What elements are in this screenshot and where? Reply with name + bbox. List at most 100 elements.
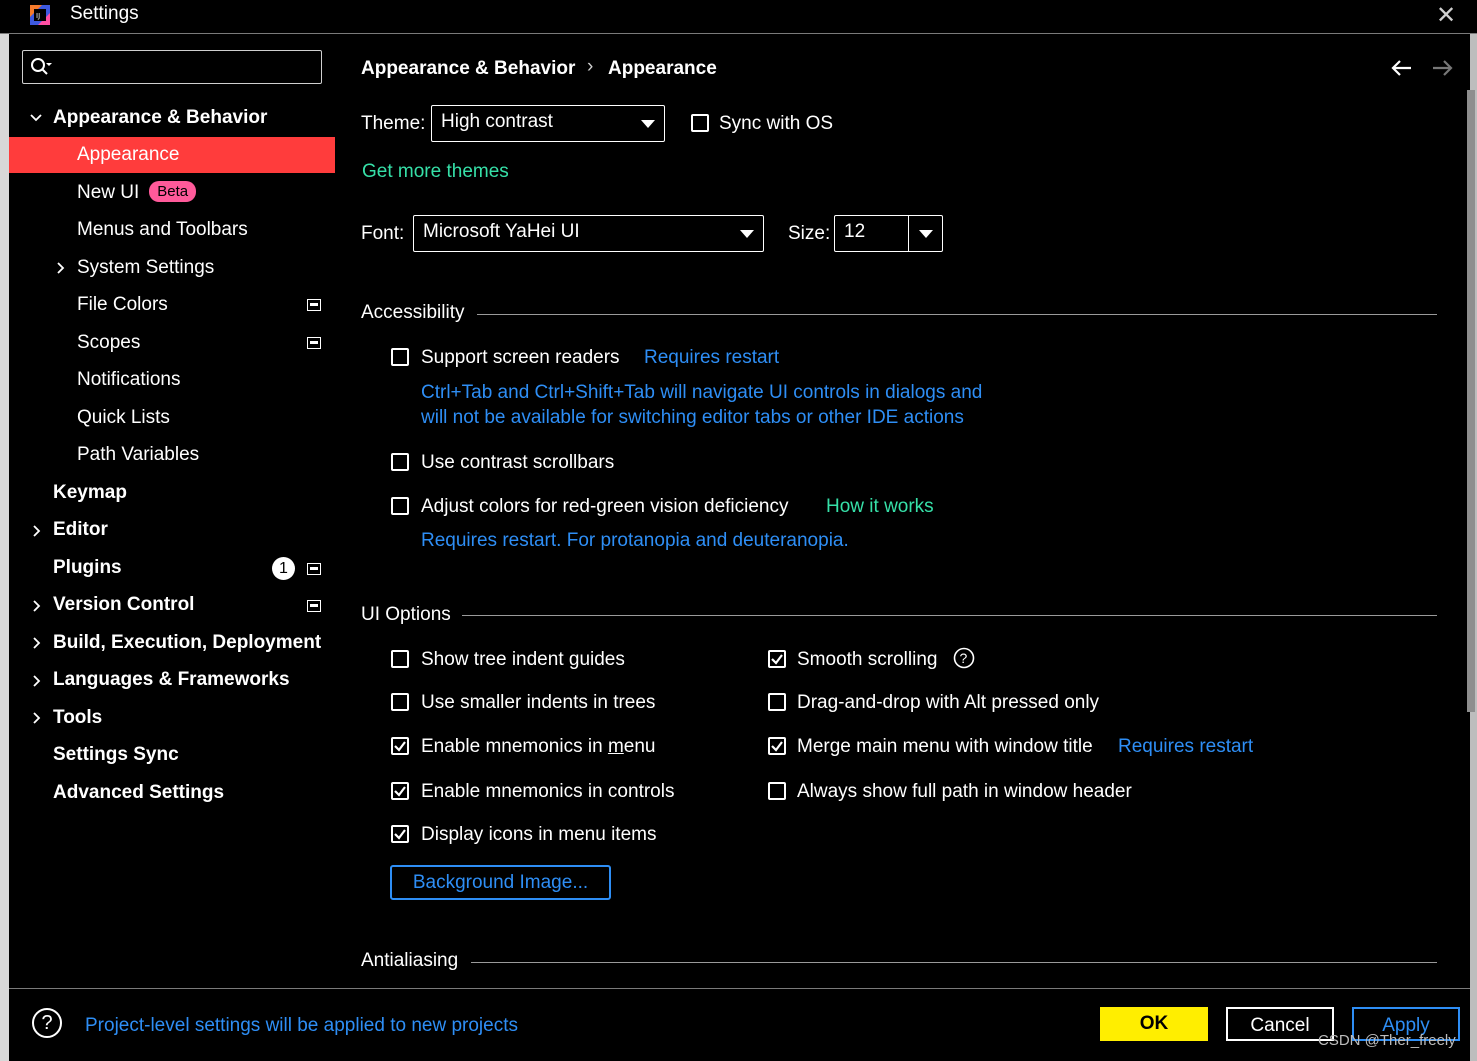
- sync-os-label: Sync with OS: [719, 113, 834, 134]
- chevron-right-icon[interactable]: [29, 598, 45, 614]
- tree-item-label: Appearance: [77, 144, 180, 165]
- back-arrow-icon[interactable]: [1391, 58, 1413, 78]
- font-label: Font:: [361, 223, 405, 244]
- svg-text:IJ: IJ: [36, 12, 40, 20]
- screen-readers-checkbox[interactable]: [391, 348, 409, 366]
- tree-item-advanced-settings[interactable]: Advanced Settings: [53, 775, 224, 811]
- project-level-icon: [307, 600, 321, 612]
- smaller-indents-label: Use smaller indents in trees: [421, 692, 656, 713]
- tree-item-plugins[interactable]: Plugins: [53, 550, 122, 586]
- background-image-button[interactable]: Background Image...: [390, 865, 611, 900]
- how-it-works-link[interactable]: How it works: [826, 496, 934, 518]
- red-green-label: Adjust colors for red-green vision defic…: [421, 496, 789, 517]
- tree-indent-checkbox[interactable]: [391, 650, 409, 668]
- vertical-scrollbar[interactable]: [1467, 90, 1475, 712]
- ok-button[interactable]: OK: [1100, 1007, 1208, 1041]
- size-label: Size:: [788, 223, 831, 244]
- window-left-edge: [0, 34, 9, 1061]
- app-logo-icon: IJ: [30, 5, 50, 25]
- smaller-indents-checkbox[interactable]: [391, 693, 409, 711]
- drag-drop-checkbox[interactable]: [768, 693, 786, 711]
- font-value: Microsoft YaHei UI: [423, 221, 580, 242]
- project-level-icon: [307, 563, 321, 575]
- checkmark-icon: [394, 829, 406, 840]
- screen-readers-note-line2: will not be available for switching edit…: [421, 407, 964, 428]
- checkmark-icon: [394, 786, 406, 797]
- tree-item-keymap[interactable]: Keymap: [53, 475, 127, 511]
- checkmark-icon: [771, 741, 783, 752]
- mnemonics-controls-checkbox[interactable]: [391, 782, 409, 800]
- label-part: Enable mnemonics in: [421, 736, 608, 757]
- tree-item-version-control[interactable]: Version Control: [53, 587, 194, 623]
- section-divider: [477, 314, 1437, 315]
- chevron-down-icon: [641, 120, 655, 128]
- tree-item-notifications[interactable]: Notifications: [77, 362, 181, 398]
- chevron-right-icon[interactable]: [53, 260, 69, 276]
- label-part: enu: [623, 736, 656, 757]
- requires-restart-note: Requires restart: [644, 347, 780, 368]
- tree-item-settings-sync[interactable]: Settings Sync: [53, 737, 179, 773]
- ui-options-header: UI Options: [361, 604, 451, 625]
- merge-menu-label: Merge main menu with window title: [797, 736, 1093, 757]
- antialiasing-header: Antialiasing: [361, 950, 459, 971]
- tree-item-quick-lists[interactable]: Quick Lists: [77, 400, 170, 436]
- chevron-right-icon[interactable]: [29, 635, 45, 651]
- chevron-down-icon: [740, 230, 754, 238]
- contrast-scrollbars-checkbox[interactable]: [391, 453, 409, 471]
- chevron-right-icon[interactable]: [29, 710, 45, 726]
- tree-item-system-settings[interactable]: System Settings: [77, 250, 214, 286]
- smooth-scrolling-label: Smooth scrolling: [797, 649, 938, 670]
- tree-item-appearance[interactable]: Appearance: [9, 137, 335, 173]
- screen-readers-note-line1: Ctrl+Tab and Ctrl+Shift+Tab will navigat…: [421, 382, 983, 403]
- mnemonics-controls-label: Enable mnemonics in controls: [421, 781, 675, 802]
- title-bar: [0, 0, 1477, 34]
- tree-item-menus-toolbars[interactable]: Menus and Toolbars: [77, 212, 248, 248]
- tree-item-path-variables[interactable]: Path Variables: [77, 437, 199, 473]
- red-green-checkbox[interactable]: [391, 497, 409, 515]
- accessibility-header: Accessibility: [361, 302, 465, 323]
- theme-value: High contrast: [441, 111, 553, 132]
- size-combo[interactable]: 12: [834, 215, 943, 252]
- tree-item-editor[interactable]: Editor: [53, 512, 108, 548]
- help-icon[interactable]: ?: [953, 647, 975, 669]
- beta-badge: Beta: [149, 181, 197, 202]
- tree-item-languages[interactable]: Languages & Frameworks: [53, 662, 290, 698]
- project-level-note: Project-level settings will be applied t…: [85, 1015, 518, 1036]
- mnemonic-key: m: [607, 736, 624, 757]
- smooth-scrolling-checkbox[interactable]: [768, 650, 786, 668]
- drag-drop-label: Drag-and-drop with Alt pressed only: [797, 692, 1100, 713]
- screen-readers-label: Support screen readers: [421, 347, 620, 368]
- tree-item-scopes[interactable]: Scopes: [77, 325, 140, 361]
- search-input[interactable]: [22, 50, 322, 84]
- combo-divider: [908, 216, 909, 251]
- tree-item-build[interactable]: Build, Execution, Deployment: [53, 625, 321, 661]
- sync-os-checkbox[interactable]: [691, 114, 709, 132]
- tree-item-new-ui[interactable]: New UI Beta: [77, 175, 197, 211]
- forward-arrow-icon[interactable]: [1431, 58, 1453, 78]
- icons-menu-checkbox[interactable]: [391, 825, 409, 843]
- breadcrumb-parent[interactable]: Appearance & Behavior: [361, 58, 575, 80]
- chevron-down-icon[interactable]: [28, 110, 44, 126]
- help-icon[interactable]: ?: [32, 1008, 62, 1038]
- mnemonics-menu-checkbox[interactable]: [391, 737, 409, 755]
- get-more-themes-link[interactable]: Get more themes: [362, 161, 509, 183]
- checkmark-icon: [394, 741, 406, 752]
- tree-item-appearance-behavior[interactable]: Appearance & Behavior: [53, 100, 267, 136]
- tree-item-file-colors[interactable]: File Colors: [77, 287, 168, 323]
- merge-menu-checkbox[interactable]: [768, 737, 786, 755]
- chevron-right-icon[interactable]: [29, 523, 45, 539]
- red-green-note: Requires restart. For protanopia and deu…: [421, 530, 849, 551]
- close-icon[interactable]: ✕: [1436, 1, 1456, 30]
- checkmark-icon: [771, 654, 783, 665]
- section-divider: [471, 962, 1437, 963]
- icons-menu-label: Display icons in menu items: [421, 824, 657, 845]
- font-dropdown[interactable]: Microsoft YaHei UI: [413, 215, 764, 252]
- breadcrumb-current: Appearance: [608, 58, 717, 79]
- full-path-label: Always show full path in window header: [797, 781, 1132, 802]
- window-title: Settings: [70, 3, 139, 24]
- full-path-checkbox[interactable]: [768, 782, 786, 800]
- project-level-icon: [307, 337, 321, 349]
- chevron-right-icon[interactable]: [29, 673, 45, 689]
- theme-dropdown[interactable]: High contrast: [431, 105, 665, 142]
- tree-item-tools[interactable]: Tools: [53, 700, 102, 736]
